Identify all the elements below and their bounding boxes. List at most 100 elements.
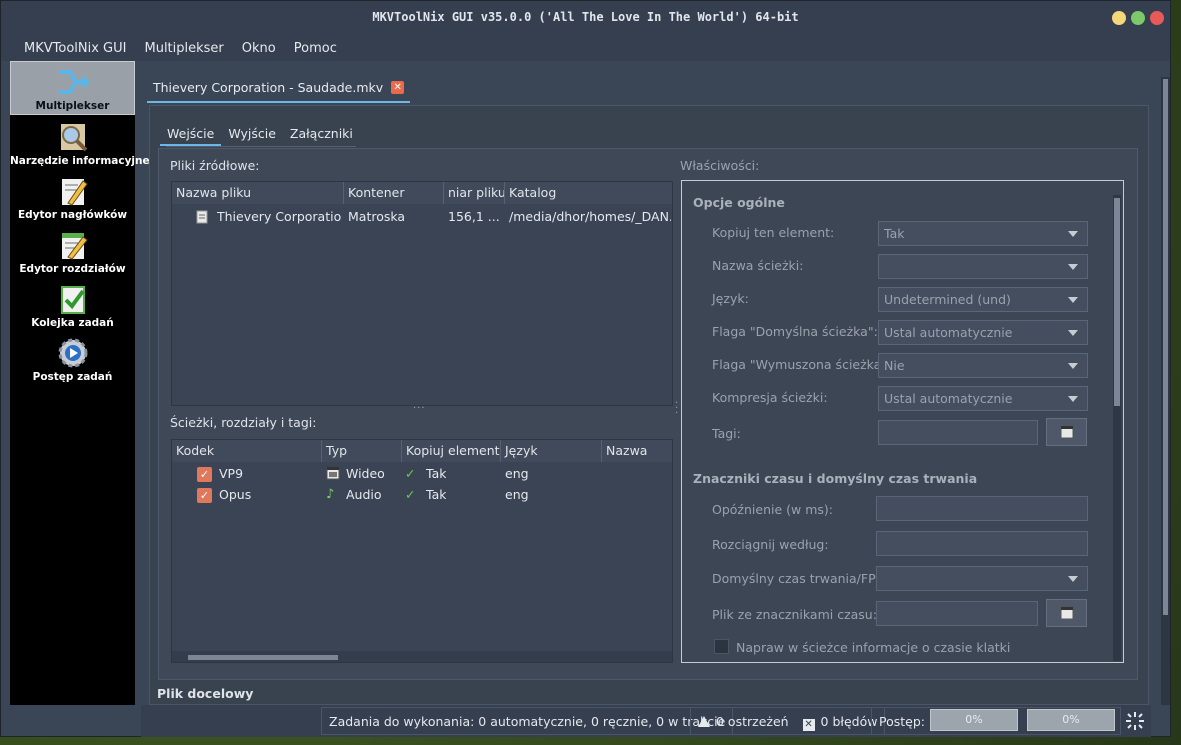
track-checkbox[interactable]: ✓ <box>197 467 212 482</box>
chevron-down-icon <box>1068 231 1078 237</box>
default-flag-value: Ustal automatycznie <box>884 325 1013 340</box>
column-header-container[interactable]: Kontener <box>344 182 444 204</box>
close-button[interactable] <box>1150 11 1164 25</box>
progress-current-value: 0% <box>965 713 983 726</box>
column-header-language[interactable]: Język <box>501 440 602 462</box>
tool-sidebar: Multiplekser Narzędzie informacyjne Edyt… <box>10 61 150 705</box>
tab-attachments[interactable]: Załączniki <box>283 122 360 146</box>
cell-type: Audio <box>346 487 382 502</box>
fix-bitstream-checkbox[interactable] <box>714 639 729 654</box>
compression-combo[interactable]: Ustal automatycznie <box>878 386 1088 411</box>
fix-bitstream-label: Napraw w ścieżce informacje o czasie kla… <box>736 640 1011 655</box>
menu-mkvtoolnix[interactable]: MKVToolNix GUI <box>15 41 135 56</box>
default-flag-combo[interactable]: Ustal automatycznie <box>878 320 1088 345</box>
doc-tab[interactable]: Thievery Corporation - Saudade.mkv ✕ <box>147 73 411 103</box>
error-icon: ✕ <box>802 719 815 731</box>
jobs-status[interactable]: Zadania do wykonania: 0 automatycznie, 0… <box>321 707 734 735</box>
copy-item-value: Tak <box>884 226 905 241</box>
video-icon <box>326 467 340 480</box>
sidebar-item-info-tool[interactable]: Narzędzie informacyjne <box>10 117 150 171</box>
sidebar-item-job-queue[interactable]: Kolejka zadań <box>10 279 135 333</box>
audio-icon: ♪ <box>326 487 335 502</box>
timing-header: Znaczniki czasu i domyślny czas trwania <box>693 471 978 486</box>
chevron-down-icon <box>1068 396 1078 402</box>
browse-tags-button[interactable] <box>1046 418 1087 446</box>
status-bar: Zadania do wykonania: 0 automatycznie, 0… <box>141 705 1151 737</box>
job-queue-icon <box>60 286 85 314</box>
sidebar-item-label: Multiplekser <box>35 100 110 112</box>
column-header-codec[interactable]: Kodek <box>172 440 322 462</box>
timestamps-file-input[interactable] <box>876 601 1038 626</box>
properties-label: Właściwości: <box>680 158 760 173</box>
tab-divider <box>166 146 356 147</box>
copy-item-combo[interactable]: Tak <box>878 221 1088 246</box>
column-header-name[interactable]: Nazwa <box>602 440 672 462</box>
sidebar-item-header-editor[interactable]: Edytor nagłówków <box>10 171 135 225</box>
column-header-directory[interactable]: Katalog <box>505 182 672 204</box>
jobs-status-text: Zadania do wykonania: 0 automatycznie, 0… <box>329 714 726 729</box>
minimize-button[interactable] <box>1112 11 1126 25</box>
header-editor-icon <box>61 179 88 206</box>
cell-size: 156,1 ... <box>448 209 500 224</box>
vertical-splitter-handle[interactable]: · · · <box>675 399 679 419</box>
delay-input[interactable] <box>876 496 1088 521</box>
chevron-down-icon <box>1068 330 1078 336</box>
cell-codec: Opus <box>219 487 252 502</box>
default-duration-combo[interactable] <box>876 566 1088 591</box>
column-header-type[interactable]: Typ <box>322 440 402 462</box>
language-label: Język: <box>712 291 749 306</box>
file-icon <box>196 210 208 224</box>
chapter-editor-icon <box>61 233 88 260</box>
chevron-down-icon <box>1068 297 1078 303</box>
column-header-size[interactable]: niar pliku <box>444 182 505 204</box>
tab-input[interactable]: Wejście <box>160 122 222 146</box>
tab-bar: Wejście Wyjście Załączniki <box>160 122 360 146</box>
column-header-copy[interactable]: Kopiuj element <box>402 440 501 462</box>
sidebar-item-chapter-editor[interactable]: Edytor rozdziałów <box>10 225 135 279</box>
warning-icon <box>698 716 710 727</box>
cell-language: eng <box>505 487 529 502</box>
warnings-errors-status[interactable]: 0 ostrzeżeń ✕ 0 błędów <box>690 707 886 735</box>
tracks-list[interactable]: Kodek Typ Kopiuj element Język Nazwa ✓ V… <box>171 439 673 663</box>
browse-file-icon <box>1060 425 1074 439</box>
column-header-filename[interactable]: Nazwa pliku <box>172 182 344 204</box>
language-combo[interactable]: Undetermined (und) <box>878 287 1088 312</box>
tags-label: Tagi: <box>712 426 741 441</box>
delay-label: Opóźnienie (w ms): <box>712 502 833 517</box>
browse-timestamps-button[interactable] <box>1046 599 1087 627</box>
sidebar-item-job-progress[interactable]: Postęp zadań <box>10 333 135 387</box>
general-options-header: Opcje ogólne <box>693 195 785 210</box>
close-tab-icon[interactable]: ✕ <box>391 80 405 94</box>
title-bar[interactable]: MKVToolNix GUI v35.0.0 ('All The Love In… <box>1 1 1170 35</box>
track-name-combo[interactable] <box>878 254 1088 279</box>
cell-codec: VP9 <box>219 466 244 481</box>
timestamps-file-label: Plik ze znacznikami czasu: <box>712 607 877 622</box>
menu-window[interactable]: Okno <box>233 41 285 56</box>
forced-flag-value: Nie <box>884 358 905 373</box>
track-checkbox[interactable]: ✓ <box>197 488 212 503</box>
properties-scrollbar-thumb[interactable] <box>1114 198 1120 406</box>
app-window: MKVToolNix GUI v35.0.0 ('All The Love In… <box>0 0 1171 737</box>
cell-copy: Tak <box>426 487 447 502</box>
menu-multiplexer[interactable]: Multiplekser <box>135 41 232 56</box>
tags-input[interactable] <box>878 420 1038 445</box>
horizontal-scrollbar[interactable] <box>172 651 672 662</box>
maximize-button[interactable] <box>1131 11 1145 25</box>
main-scrollbar-thumb[interactable] <box>1163 79 1168 615</box>
main-scrollbar[interactable] <box>1161 77 1170 705</box>
forced-flag-combo[interactable]: Nie <box>878 353 1088 378</box>
job-progress-icon <box>58 338 87 368</box>
tab-output[interactable]: Wyjście <box>221 122 283 146</box>
menu-help[interactable]: Pomoc <box>285 41 346 56</box>
chevron-down-icon <box>1068 576 1078 582</box>
magnifier-icon <box>60 124 87 152</box>
source-files-list[interactable]: Nazwa pliku Kontener niar pliku Katalog … <box>171 181 673 406</box>
copy-item-label: Kopiuj ten element: <box>712 225 835 240</box>
compression-label: Kompresja ścieżki: <box>712 390 828 405</box>
properties-scrollbar[interactable] <box>1113 195 1121 661</box>
horizontal-scrollbar-thumb[interactable] <box>188 655 338 660</box>
stretch-input[interactable] <box>876 531 1088 556</box>
progress-total-value: 0% <box>1062 713 1080 726</box>
splitter-handle[interactable]: ··· <box>413 404 431 414</box>
sidebar-item-multiplexer[interactable]: Multiplekser <box>10 61 135 115</box>
